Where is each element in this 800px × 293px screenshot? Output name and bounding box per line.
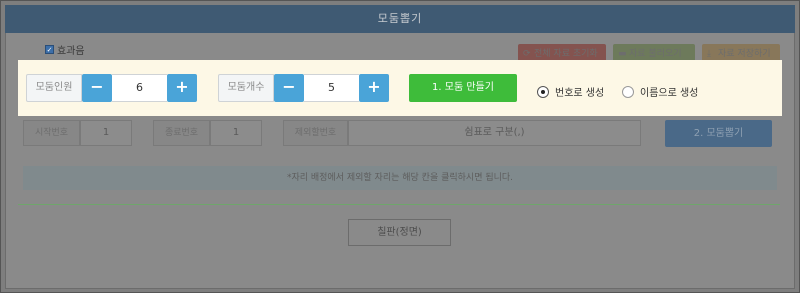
end-number-input[interactable]: 1 <box>210 120 262 146</box>
members-increment-button[interactable]: + <box>167 74 197 102</box>
save-data-label: 자료 저장하기 <box>718 49 771 59</box>
exclude-number-input[interactable]: 쉼표로 구분(,) <box>348 120 641 146</box>
radio-name-label: 이름으로 생성 <box>640 88 699 99</box>
divider <box>18 204 780 205</box>
reset-all-label: 전체 자료 초기화 <box>534 49 598 59</box>
count-increment-button[interactable]: + <box>359 74 389 102</box>
count-decrement-button[interactable]: − <box>274 74 304 102</box>
group-count-value[interactable]: 5 <box>304 74 359 102</box>
radio-unselected-icon[interactable] <box>622 85 634 98</box>
page-title: 모둠뽑기 <box>5 5 795 33</box>
group-members-label: 모둠인원 <box>26 74 82 102</box>
radio-selected-icon[interactable] <box>537 85 549 98</box>
start-number-input[interactable]: 1 <box>80 120 132 146</box>
load-data-label: 자료 불러오기 <box>629 49 682 59</box>
blackboard-front-label: 칠판(정면) <box>348 219 451 246</box>
radio-generate-by-name[interactable]: 이름으로 생성 <box>622 84 698 99</box>
make-groups-button[interactable]: 1. 모둠 만들기 <box>409 74 517 102</box>
sound-effect-label: 효과음 <box>57 46 85 57</box>
radio-generate-by-number[interactable]: 번호로 생성 <box>537 84 604 99</box>
members-decrement-button[interactable]: − <box>82 74 112 102</box>
sound-effect-checkbox[interactable]: ✓ 효과음 <box>45 42 85 57</box>
end-number-label: 종료번호 <box>153 120 210 146</box>
exclude-number-label: 제외할번호 <box>283 120 348 146</box>
checkbox-check-icon[interactable]: ✓ <box>45 45 54 54</box>
draw-groups-button[interactable]: 2. 모둠뽑기 <box>665 120 772 147</box>
group-count-label: 모둠개수 <box>218 74 274 102</box>
group-members-value[interactable]: 6 <box>112 74 167 102</box>
start-number-label: 시작번호 <box>23 120 80 146</box>
notice-bar: *자리 배정에서 제외할 자리는 해당 칸을 클릭하시면 됩니다. <box>23 166 777 190</box>
radio-number-label: 번호로 생성 <box>555 88 605 99</box>
